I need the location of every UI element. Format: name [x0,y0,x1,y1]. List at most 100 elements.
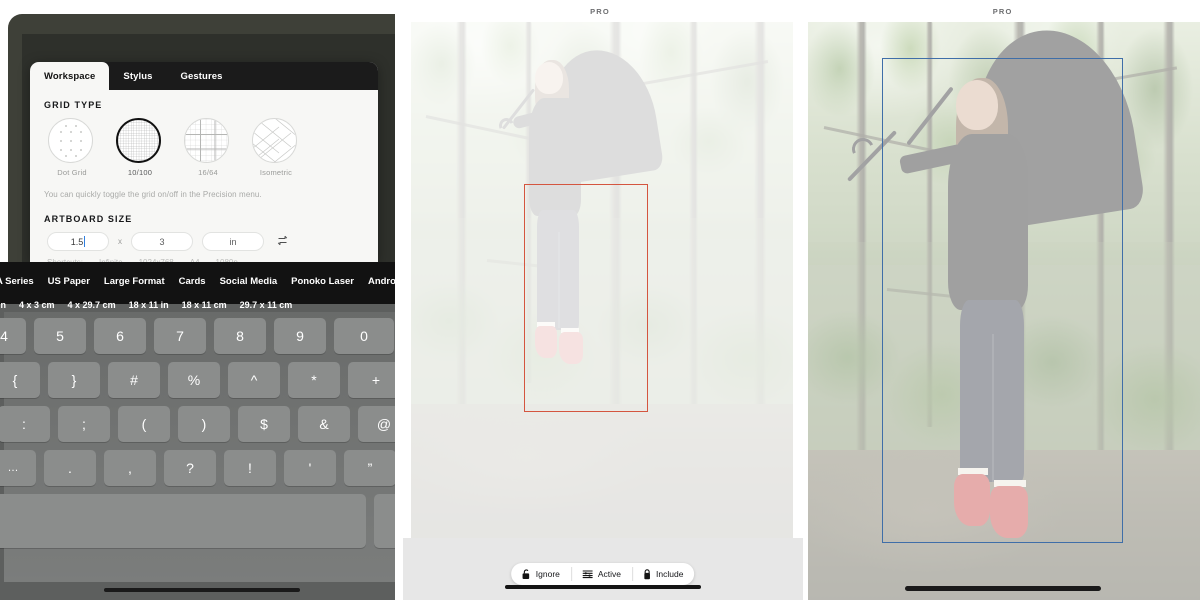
artboard-unit-value: in [229,236,237,247]
key-4[interactable]: 4 [0,318,26,354]
photo-panel-ignore: PRO Ignore Active Include [402,0,803,600]
key-brace-close[interactable]: } [48,362,100,398]
suggestion-ponoko-laser[interactable]: Ponoko Laser [291,276,354,287]
keyboard-row-numbers: 4 5 6 7 8 9 0 [0,318,394,354]
suggestion-297x11cm[interactable]: 29.7 x 11 cm [240,300,293,310]
key-paren-close[interactable]: ) [178,406,230,442]
grid-option-16-64[interactable]: 16/64 [184,118,232,177]
key-5[interactable]: 5 [34,318,86,354]
key-asterisk[interactable]: * [288,362,340,398]
key-6[interactable]: 6 [94,318,146,354]
keyboard-row-symbols-2: : ; ( ) $ & @ [0,406,395,442]
suggestion-social-media[interactable]: Social Media [220,276,278,287]
key-period[interactable]: . [44,450,96,486]
keyboard-suggestion-bar: A Series US Paper Large Format Cards Soc… [0,262,395,310]
suggestion-4x297cm[interactable]: 4 x 29.7 cm [68,300,116,310]
key-paren-open[interactable]: ( [118,406,170,442]
key-semicolon[interactable]: ; [58,406,110,442]
key-plus[interactable]: + [348,362,395,398]
key-hash[interactable]: # [108,362,160,398]
key-percent[interactable]: % [168,362,220,398]
suggestion-large-format[interactable]: Large Format [104,276,165,287]
suggestion-18x11in[interactable]: 18 x 11 in [129,300,169,310]
toolbar-label-ignore: Ignore [535,569,560,579]
key-8[interactable]: 8 [214,318,266,354]
home-indicator-right [904,586,1101,591]
key-comma[interactable]: , [104,450,156,486]
dialog-body: GRID TYPE Dot Grid 10/100 16/64 Isometri… [30,90,378,262]
key-quote[interactable]: ” [344,450,395,486]
key-at[interactable]: @ [358,406,395,442]
key-ampersand[interactable]: & [298,406,350,442]
key-colon[interactable]: : [0,406,50,442]
artboard-width-value: 1.5 [70,236,84,247]
dimension-separator: x [118,237,122,246]
key-7[interactable]: 7 [154,318,206,354]
swap-orientation-icon[interactable] [277,235,288,249]
key-apostrophe[interactable]: ' [284,450,336,486]
grid-hint-text: You can quickly toggle the grid on/off i… [44,190,262,199]
key-9[interactable]: 9 [274,318,326,354]
key-caret[interactable]: ^ [228,362,280,398]
panel-divider-1 [394,0,403,600]
grid-type-options: Dot Grid 10/100 16/64 Isometric [44,118,364,177]
toolbar-label-include: Include [656,569,684,579]
tab-gestures[interactable]: Gestures [167,62,237,90]
text-caret [84,236,86,247]
photo-canvas-mid[interactable] [410,22,793,538]
keyboard-suggestion-row-2: in 4 x 3 cm 4 x 29.7 cm 18 x 11 in 18 x … [0,294,395,315]
grid-option-dot-grid-label: Dot Grid [57,168,87,177]
tab-workspace-label: Workspace [44,70,96,82]
layers-icon [582,569,593,579]
suggestion-4x3cm[interactable]: 4 x 3 cm [19,300,55,310]
suggestion-18x11cm[interactable]: 18 x 11 cm [182,300,227,310]
grid-option-dot-grid[interactable]: Dot Grid [48,118,96,177]
pro-label-right: PRO [992,6,1013,16]
grid-option-isometric-label: Isometric [259,168,293,177]
key-ellipsis[interactable]: … [0,450,36,486]
isometric-grid-icon [252,118,297,163]
key-spacebar[interactable] [0,494,366,548]
tab-gestures-label: Gestures [180,70,223,82]
key-exclamation[interactable]: ! [224,450,276,486]
suggestion-cards[interactable]: Cards [179,276,206,287]
keyboard-row-space [0,494,395,548]
key-brace-open[interactable]: { [0,362,40,398]
key-0[interactable]: 0 [334,318,394,354]
keyboard-suggestion-row-1: A Series US Paper Large Format Cards Soc… [0,271,395,292]
workspace-settings-dialog: Workspace Stylus Gestures GRID TYPE Dot … [30,62,378,262]
toolbar-button-active[interactable]: Active [570,563,632,585]
dialog-tabbar: Workspace Stylus Gestures [30,62,378,90]
tab-workspace[interactable]: Workspace [30,62,110,90]
grid-option-10-100[interactable]: 10/100 [116,118,164,177]
artboard-size-heading: ARTBOARD SIZE [44,214,133,224]
keyboard-row-symbols-1: { } # % ^ * + [0,362,395,398]
tab-stylus[interactable]: Stylus [109,62,166,90]
lock-icon [643,568,651,580]
pro-label-mid: PRO [590,6,610,16]
unlock-icon [522,568,531,580]
artboard-size-fields: 1.5 x 3 in [44,232,364,251]
screenshot-root: Workspace Stylus Gestures GRID TYPE Dot … [0,0,1200,600]
key-dollar[interactable]: $ [238,406,290,442]
artboard-unit-select[interactable]: in [202,232,264,251]
toolbar-button-ignore[interactable]: Ignore [511,563,571,585]
grid-option-10-100-label: 10/100 [127,168,153,177]
forest-photo-mid [410,22,793,538]
artboard-height-value: 3 [159,236,165,247]
key-question[interactable]: ? [164,450,216,486]
photo-canvas-right[interactable] [808,22,1200,600]
grid-option-isometric[interactable]: Isometric [252,118,300,177]
artboard-height-input[interactable]: 3 [131,232,193,251]
suggestion-a-series[interactable]: A Series [0,276,34,287]
forest-photo-right [808,22,1200,600]
suggestion-android[interactable]: Android [368,276,395,287]
key-return[interactable] [374,494,395,548]
suggestion-us-paper[interactable]: US Paper [48,276,90,287]
pro-header-right: PRO [805,0,1200,22]
suggestion-in[interactable]: in [0,300,6,310]
toolbar-button-include[interactable]: Include [632,563,694,585]
home-indicator-mid [504,585,701,589]
artboard-width-input[interactable]: 1.5 [47,232,109,251]
home-indicator-left [104,588,300,592]
